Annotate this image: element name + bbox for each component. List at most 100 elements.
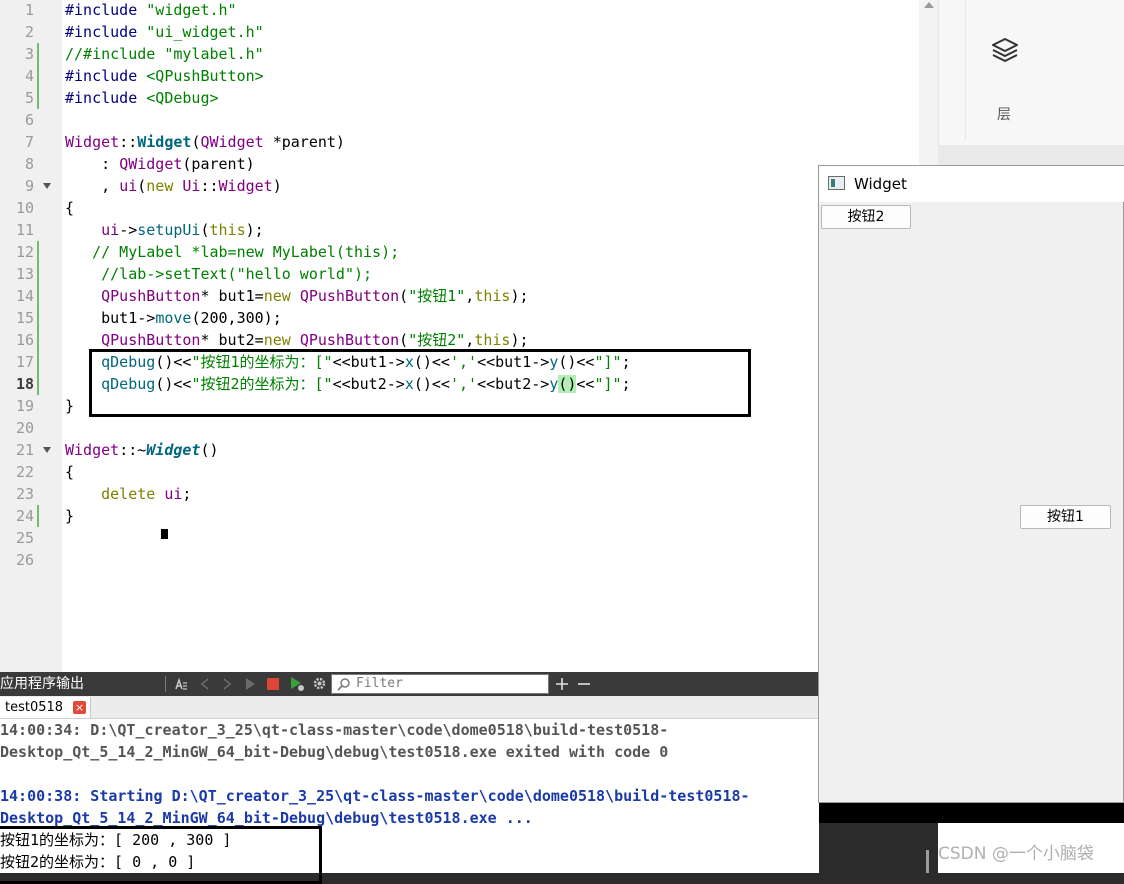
code-line[interactable]: 15 but1->move(200,300); — [0, 307, 919, 329]
line-number: 11 — [15, 221, 34, 239]
line-number: 12 — [15, 243, 34, 261]
change-marker — [37, 285, 39, 307]
toolbar-separator — [165, 676, 166, 692]
line-number: 6 — [24, 111, 34, 129]
code-line[interactable]: 9 , ui(new Ui::Widget) — [0, 175, 919, 197]
button1[interactable]: 按钮1 — [1020, 505, 1111, 529]
change-marker — [37, 263, 39, 285]
code-text: { — [65, 199, 75, 217]
code-line[interactable]: 14 QPushButton* but1=new QPushButton("按钮… — [0, 285, 919, 307]
code-line[interactable]: 2 #include "ui_widget.h" — [0, 21, 919, 43]
code-line[interactable]: 4 #include <QPushButton> — [0, 65, 919, 87]
line-number: 17 — [15, 353, 34, 371]
text-caret-bar — [926, 850, 929, 873]
output-pane-title: 应用程序输出 — [0, 676, 84, 692]
code-line[interactable]: 13 //lab->setText("hello world"); — [0, 263, 919, 285]
code-line[interactable]: 26 — [0, 549, 919, 571]
code-line[interactable]: 6 — [0, 109, 919, 131]
output-tab-bar — [0, 696, 819, 719]
layers-icon[interactable] — [990, 36, 1020, 66]
fold-arrow-icon[interactable] — [43, 183, 51, 189]
run-icon[interactable] — [243, 677, 257, 691]
widget-window[interactable] — [818, 165, 1124, 803]
filter-input[interactable]: Filter — [331, 674, 549, 694]
layers-label[interactable]: 层 — [997, 104, 1011, 124]
scroll-up-arrow-icon[interactable] — [924, 2, 934, 8]
highlight-box-output — [0, 826, 322, 884]
code-text: , ui(new Ui::Widget) — [65, 177, 282, 195]
minus-icon[interactable] — [577, 677, 591, 691]
stop-icon[interactable] — [266, 677, 280, 691]
line-number: 9 — [24, 177, 34, 195]
line-number: 4 — [24, 67, 34, 85]
line-number: 7 — [24, 133, 34, 151]
code-text: QPushButton* but2=new QPushButton("按钮2",… — [101, 331, 529, 349]
watermark: CSDN @一个小脑袋 — [938, 844, 1094, 864]
fold-arrow-icon[interactable] — [43, 447, 51, 453]
line-number: 5 — [24, 89, 34, 107]
code-text: #include "ui_widget.h" — [65, 23, 264, 41]
add-icon[interactable] — [555, 677, 569, 691]
change-marker — [37, 505, 39, 527]
widget-window-title: Widget — [854, 175, 907, 193]
line-number: 13 — [15, 265, 34, 283]
code-line[interactable]: 22 { — [0, 461, 919, 483]
line-number: 23 — [15, 485, 34, 503]
change-marker — [37, 307, 39, 329]
side-panel-divider — [965, 0, 966, 140]
code-line[interactable]: 16 QPushButton* but2=new QPushButton("按钮… — [0, 329, 919, 351]
code-line[interactable]: 8 : QWidget(parent) — [0, 153, 919, 175]
change-marker — [37, 373, 39, 395]
line-number: 21 — [15, 441, 34, 459]
line-number: 25 — [15, 529, 34, 547]
line-number: 1 — [24, 1, 34, 19]
code-line[interactable]: 7 Widget::Widget(QWidget *parent) — [0, 131, 919, 153]
prev-arrow-icon[interactable] — [199, 677, 211, 691]
code-line[interactable]: 12 // MyLabel *lab=new MyLabel(this); — [0, 241, 919, 263]
code-line[interactable]: 11 ui->setupUi(this); — [0, 219, 919, 241]
line-number: 19 — [15, 397, 34, 415]
next-arrow-icon[interactable] — [221, 677, 233, 691]
change-marker — [37, 351, 39, 373]
code-text: //lab->setText("hello world"); — [65, 265, 373, 283]
close-icon[interactable]: × — [73, 701, 86, 714]
code-text: delete ui; — [101, 485, 192, 503]
code-text: { — [65, 463, 75, 481]
line-number: 2 — [24, 23, 34, 41]
code-line[interactable]: 10 { — [0, 197, 919, 219]
code-line[interactable]: 24} — [0, 505, 919, 527]
line-number: 24 — [15, 507, 34, 525]
line-number: 26 — [15, 551, 34, 569]
line-number: 16 — [15, 331, 34, 349]
background-strip — [819, 803, 1124, 823]
debug-run-icon[interactable] — [289, 676, 305, 692]
change-marker — [37, 43, 39, 65]
app-window-icon — [828, 176, 845, 190]
change-marker — [37, 241, 39, 263]
code-line[interactable]: 25 — [0, 527, 919, 549]
code-line[interactable]: 3 //#include "mylabel.h" — [0, 43, 919, 65]
tab-label[interactable]: test0518 — [5, 699, 63, 717]
code-text: but1->move(200,300); — [65, 309, 282, 327]
search-icon — [337, 678, 350, 691]
line-number: 20 — [15, 419, 34, 437]
line-number: 15 — [15, 309, 34, 327]
code-line[interactable]: 5 #include <QDebug> — [0, 87, 919, 109]
code-line[interactable]: 20 — [0, 417, 919, 439]
button2[interactable]: 按钮2 — [821, 205, 911, 229]
code-text: #include "widget.h" — [65, 1, 237, 19]
code-text: } — [65, 507, 75, 525]
code-text: Widget::Widget(QWidget *parent) — [65, 133, 345, 151]
line-number: 14 — [15, 287, 34, 305]
code-text: QPushButton* but1=new QPushButton("按钮1",… — [101, 287, 529, 305]
code-editor[interactable]: 1 #include "widget.h" 2 #include "ui_widget… — [0, 0, 919, 672]
text-cursor — [161, 529, 168, 539]
code-line[interactable]: 23 delete ui; — [0, 483, 919, 505]
code-text: Widget::~Widget() — [65, 441, 219, 459]
output-line: 14:00:38: Starting D:\QT_creator_3_25\qt… — [0, 787, 750, 805]
gear-icon[interactable] — [312, 676, 327, 691]
line-number: 3 — [24, 45, 34, 63]
attach-icon[interactable] — [173, 676, 189, 692]
code-line[interactable]: 21 Widget::~Widget() — [0, 439, 919, 461]
code-line[interactable]: 1 #include "widget.h" — [0, 0, 919, 21]
